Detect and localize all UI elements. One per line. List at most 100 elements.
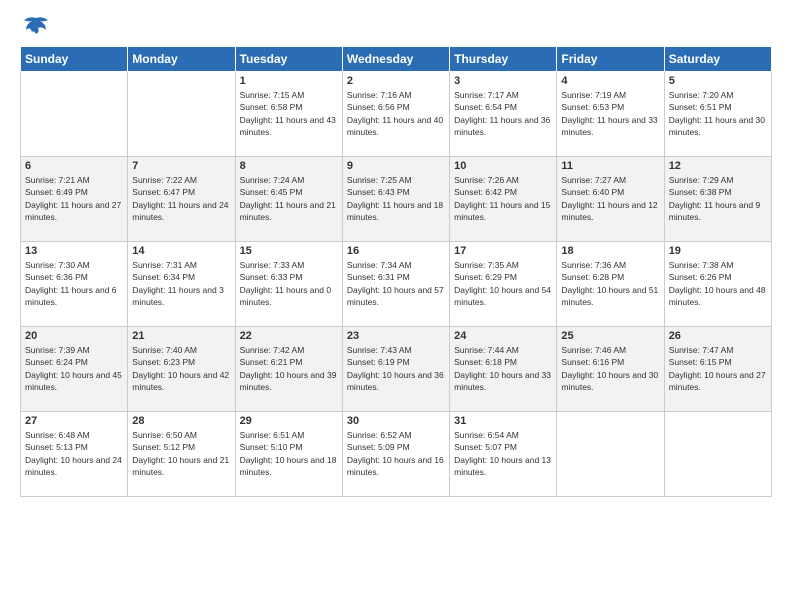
- day-number: 14: [132, 245, 230, 257]
- cell-sun-info: Sunrise: 7:33 AMSunset: 6:33 PMDaylight:…: [240, 259, 338, 308]
- calendar-cell: 21 Sunrise: 7:40 AMSunset: 6:23 PMDayligh…: [128, 327, 235, 412]
- calendar-cell: 14 Sunrise: 7:31 AMSunset: 6:34 PMDayligh…: [128, 242, 235, 327]
- calendar-cell: 3 Sunrise: 7:17 AMSunset: 6:54 PMDaylight…: [450, 72, 557, 157]
- calendar-cell: 22 Sunrise: 7:42 AMSunset: 6:21 PMDayligh…: [235, 327, 342, 412]
- cell-sun-info: Sunrise: 7:15 AMSunset: 6:58 PMDaylight:…: [240, 89, 338, 138]
- cell-sun-info: Sunrise: 7:47 AMSunset: 6:15 PMDaylight:…: [669, 344, 767, 393]
- cell-sun-info: Sunrise: 6:48 AMSunset: 5:13 PMDaylight:…: [25, 429, 123, 478]
- day-number: 22: [240, 330, 338, 342]
- calendar-week-row: 20 Sunrise: 7:39 AMSunset: 6:24 PMDayligh…: [21, 327, 772, 412]
- logo-bird-icon: [22, 16, 50, 36]
- calendar-cell: 25Sunrise: 7:46 AMSunset: 6:16 PMDayligh…: [557, 327, 664, 412]
- cell-sun-info: Sunrise: 7:40 AMSunset: 6:23 PMDaylight:…: [132, 344, 230, 393]
- calendar-cell: 29 Sunrise: 6:51 AMSunset: 5:10 PMDayligh…: [235, 412, 342, 497]
- calendar-cell: 10 Sunrise: 7:26 AMSunset: 6:42 PMDayligh…: [450, 157, 557, 242]
- calendar-cell: 31 Sunrise: 6:54 AMSunset: 5:07 PMDayligh…: [450, 412, 557, 497]
- day-number: 12: [669, 160, 767, 172]
- calendar-cell: [664, 412, 771, 497]
- calendar-week-row: 27 Sunrise: 6:48 AMSunset: 5:13 PMDayligh…: [21, 412, 772, 497]
- cell-sun-info: Sunrise: 7:31 AMSunset: 6:34 PMDaylight:…: [132, 259, 230, 308]
- calendar-cell: 20 Sunrise: 7:39 AMSunset: 6:24 PMDayligh…: [21, 327, 128, 412]
- day-of-week-header: Tuesday: [235, 47, 342, 72]
- cell-sun-info: Sunrise: 7:26 AMSunset: 6:42 PMDaylight:…: [454, 174, 552, 223]
- cell-sun-info: Sunrise: 7:19 AMSunset: 6:53 PMDaylight:…: [561, 89, 659, 138]
- cell-sun-info: Sunrise: 6:50 AMSunset: 5:12 PMDaylight:…: [132, 429, 230, 478]
- calendar-cell: [557, 412, 664, 497]
- day-number: 29: [240, 415, 338, 427]
- calendar-cell: 24 Sunrise: 7:44 AMSunset: 6:18 PMDayligh…: [450, 327, 557, 412]
- day-number: 8: [240, 160, 338, 172]
- cell-sun-info: Sunrise: 6:52 AMSunset: 5:09 PMDaylight:…: [347, 429, 445, 478]
- day-number: 28: [132, 415, 230, 427]
- calendar-cell: 13Sunrise: 7:30 AMSunset: 6:36 PMDayligh…: [21, 242, 128, 327]
- calendar-cell: 1 Sunrise: 7:15 AMSunset: 6:58 PMDaylight…: [235, 72, 342, 157]
- day-number: 27: [25, 415, 123, 427]
- day-of-week-header: Wednesday: [342, 47, 449, 72]
- calendar-cell: 4 Sunrise: 7:19 AMSunset: 6:53 PMDaylight…: [557, 72, 664, 157]
- day-number: 15: [240, 245, 338, 257]
- calendar-week-row: 13Sunrise: 7:30 AMSunset: 6:36 PMDayligh…: [21, 242, 772, 327]
- cell-sun-info: Sunrise: 7:17 AMSunset: 6:54 PMDaylight:…: [454, 89, 552, 138]
- day-number: 31: [454, 415, 552, 427]
- day-number: 7: [132, 160, 230, 172]
- cell-sun-info: Sunrise: 7:25 AMSunset: 6:43 PMDaylight:…: [347, 174, 445, 223]
- cell-sun-info: Sunrise: 7:21 AMSunset: 6:49 PMDaylight:…: [25, 174, 123, 223]
- day-number: 11: [561, 160, 659, 172]
- cell-sun-info: Sunrise: 7:38 AMSunset: 6:26 PMDaylight:…: [669, 259, 767, 308]
- calendar-cell: 28 Sunrise: 6:50 AMSunset: 5:12 PMDayligh…: [128, 412, 235, 497]
- cell-sun-info: Sunrise: 7:39 AMSunset: 6:24 PMDaylight:…: [25, 344, 123, 393]
- day-number: 3: [454, 75, 552, 87]
- day-number: 4: [561, 75, 659, 87]
- day-number: 19: [669, 245, 767, 257]
- day-number: 18: [561, 245, 659, 257]
- calendar-cell: 9 Sunrise: 7:25 AMSunset: 6:43 PMDaylight…: [342, 157, 449, 242]
- day-of-week-header: Monday: [128, 47, 235, 72]
- calendar-week-row: 1 Sunrise: 7:15 AMSunset: 6:58 PMDaylight…: [21, 72, 772, 157]
- calendar-cell: 5Sunrise: 7:20 AMSunset: 6:51 PMDaylight…: [664, 72, 771, 157]
- cell-sun-info: Sunrise: 6:51 AMSunset: 5:10 PMDaylight:…: [240, 429, 338, 478]
- cell-sun-info: Sunrise: 7:27 AMSunset: 6:40 PMDaylight:…: [561, 174, 659, 223]
- cell-sun-info: Sunrise: 7:36 AMSunset: 6:28 PMDaylight:…: [561, 259, 659, 308]
- calendar-cell: 7Sunrise: 7:22 AMSunset: 6:47 PMDaylight…: [128, 157, 235, 242]
- day-number: 20: [25, 330, 123, 342]
- cell-sun-info: Sunrise: 7:16 AMSunset: 6:56 PMDaylight:…: [347, 89, 445, 138]
- day-number: 10: [454, 160, 552, 172]
- header: [20, 16, 772, 36]
- calendar-week-row: 6Sunrise: 7:21 AMSunset: 6:49 PMDaylight…: [21, 157, 772, 242]
- cell-sun-info: Sunrise: 7:44 AMSunset: 6:18 PMDaylight:…: [454, 344, 552, 393]
- logo: [20, 16, 50, 36]
- day-number: 5: [669, 75, 767, 87]
- calendar-cell: 12Sunrise: 7:29 AMSunset: 6:38 PMDayligh…: [664, 157, 771, 242]
- calendar-cell: 6Sunrise: 7:21 AMSunset: 6:49 PMDaylight…: [21, 157, 128, 242]
- calendar-header-row: SundayMondayTuesdayWednesdayThursdayFrid…: [21, 47, 772, 72]
- day-of-week-header: Thursday: [450, 47, 557, 72]
- day-number: 30: [347, 415, 445, 427]
- day-number: 9: [347, 160, 445, 172]
- calendar-cell: [128, 72, 235, 157]
- cell-sun-info: Sunrise: 7:43 AMSunset: 6:19 PMDaylight:…: [347, 344, 445, 393]
- calendar-cell: 26Sunrise: 7:47 AMSunset: 6:15 PMDayligh…: [664, 327, 771, 412]
- day-number: 1: [240, 75, 338, 87]
- page: SundayMondayTuesdayWednesdayThursdayFrid…: [0, 0, 792, 612]
- day-number: 24: [454, 330, 552, 342]
- day-number: 2: [347, 75, 445, 87]
- day-of-week-header: Friday: [557, 47, 664, 72]
- calendar-cell: 15 Sunrise: 7:33 AMSunset: 6:33 PMDayligh…: [235, 242, 342, 327]
- cell-sun-info: Sunrise: 7:42 AMSunset: 6:21 PMDaylight:…: [240, 344, 338, 393]
- calendar-cell: [21, 72, 128, 157]
- day-of-week-header: Sunday: [21, 47, 128, 72]
- calendar-cell: 18 Sunrise: 7:36 AMSunset: 6:28 PMDayligh…: [557, 242, 664, 327]
- cell-sun-info: Sunrise: 7:24 AMSunset: 6:45 PMDaylight:…: [240, 174, 338, 223]
- day-number: 17: [454, 245, 552, 257]
- cell-sun-info: Sunrise: 7:30 AMSunset: 6:36 PMDaylight:…: [25, 259, 123, 308]
- day-number: 21: [132, 330, 230, 342]
- cell-sun-info: Sunrise: 6:54 AMSunset: 5:07 PMDaylight:…: [454, 429, 552, 478]
- day-number: 23: [347, 330, 445, 342]
- calendar-cell: 11 Sunrise: 7:27 AMSunset: 6:40 PMDayligh…: [557, 157, 664, 242]
- day-of-week-header: Saturday: [664, 47, 771, 72]
- calendar-cell: 19 Sunrise: 7:38 AMSunset: 6:26 PMDayligh…: [664, 242, 771, 327]
- calendar-cell: 23 Sunrise: 7:43 AMSunset: 6:19 PMDayligh…: [342, 327, 449, 412]
- cell-sun-info: Sunrise: 7:46 AMSunset: 6:16 PMDaylight:…: [561, 344, 659, 393]
- calendar-table: SundayMondayTuesdayWednesdayThursdayFrid…: [20, 46, 772, 497]
- calendar-cell: 16Sunrise: 7:34 AMSunset: 6:31 PMDayligh…: [342, 242, 449, 327]
